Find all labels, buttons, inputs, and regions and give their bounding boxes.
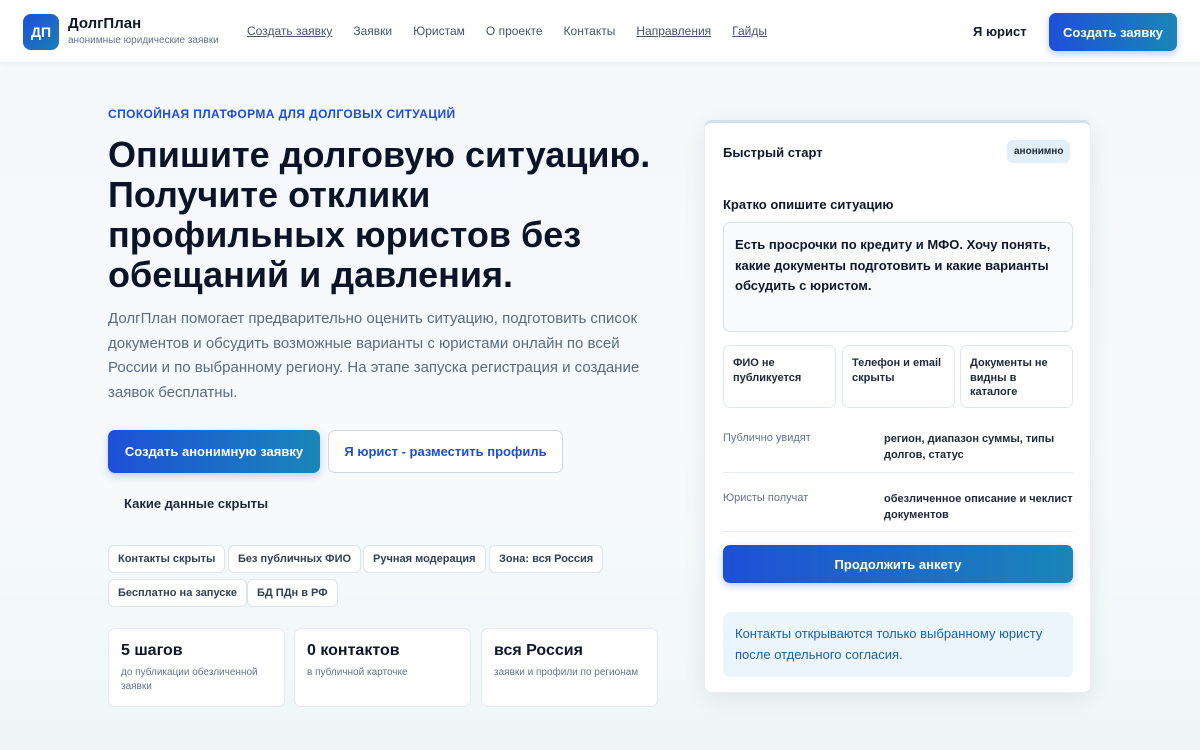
chip-manual-moderation: Ручная модерация: [363, 545, 486, 573]
stat-card-steps: 5 шагов до публикации обезличенной заявк…: [108, 628, 285, 707]
lawyers-receive-value: обезличенное описание и чеклист документ…: [884, 493, 1073, 521]
lawyers-receive-label: Юристы получат: [723, 492, 809, 504]
nav-about[interactable]: О проекте: [486, 24, 543, 38]
situation-field-label: Кратко опишите ситуацию: [723, 197, 894, 212]
main-nav: Создать заявку Заявки Юристам О проекте …: [247, 24, 788, 38]
nav-create-request[interactable]: Создать заявку: [247, 24, 332, 38]
logo-icon[interactable]: ДП: [23, 14, 59, 50]
stat-value: 5 шагов: [121, 642, 183, 659]
public-visible-label: Публично увидят: [723, 432, 811, 444]
hero-title: Опишите долговую ситуацию. Получите откл…: [108, 134, 651, 295]
nav-guides[interactable]: Гайды: [732, 24, 767, 38]
top-header: ДП ДолгПлан анонимные юридические заявки…: [0, 0, 1200, 62]
brand-subtitle: анонимные юридические заявки: [68, 35, 219, 46]
stat-label: заявки и профили по регионам: [494, 667, 639, 678]
situation-textarea[interactable]: Есть просрочки по кредиту и МФО. Хочу по…: [723, 222, 1073, 332]
nav-contacts[interactable]: Контакты: [564, 24, 616, 38]
feature-phone-email-hidden: Телефон и email скрыты: [842, 345, 955, 408]
row-divider: [723, 472, 1073, 473]
chip-no-public-names: Без публичных ФИО: [228, 545, 362, 573]
lawyer-profile-button[interactable]: Я юрист - разместить профиль: [328, 430, 563, 473]
stat-value: 0 контактов: [307, 642, 400, 659]
row-divider: [723, 531, 1073, 532]
nav-directions[interactable]: Направления: [636, 24, 711, 38]
feature-name-hidden: ФИО не публикуется: [723, 345, 836, 408]
lawyer-login-link[interactable]: Я юрист: [973, 24, 1027, 39]
public-visible-value: регион, диапазон суммы, типы долгов, ста…: [884, 433, 1055, 461]
hero-description: ДолгПлан помогает предварительно оценить…: [108, 310, 640, 401]
chip-zone-russia: Зона: вся Россия: [489, 545, 604, 573]
header-create-request-button[interactable]: Создать заявку: [1049, 13, 1177, 51]
card-title: Быстрый старт: [723, 145, 823, 160]
hidden-data-link[interactable]: Какие данные скрыты: [124, 496, 268, 511]
anonymous-badge: анонимно: [1007, 140, 1071, 163]
chip-pd-db-russia: БД ПДн в РФ: [247, 579, 338, 607]
chip-free-launch: Бесплатно на запуске: [108, 579, 248, 607]
stat-label: в публичной карточке: [307, 667, 408, 678]
continue-form-button[interactable]: Продолжить анкету: [723, 545, 1073, 583]
nav-requests[interactable]: Заявки: [353, 24, 392, 38]
hero-eyebrow: СПОКОЙНАЯ ПЛАТФОРМА ДЛЯ ДОЛГОВЫХ СИТУАЦИ…: [108, 107, 456, 121]
create-anonymous-request-button[interactable]: Создать анонимную заявку: [108, 430, 320, 473]
stat-label: до публикации обезличенной заявки: [121, 667, 258, 692]
quick-start-card: Быстрый старт анонимно Кратко опишите си…: [704, 120, 1091, 693]
feature-documents-hidden: Документы не видны в каталоге: [960, 345, 1073, 408]
contacts-consent-note: Контакты открываются только выбранному ю…: [723, 612, 1073, 677]
brand-name[interactable]: ДолгПлан: [68, 15, 141, 32]
stat-card-contacts: 0 контактов в публичной карточке: [294, 628, 471, 707]
chip-contacts-hidden: Контакты скрыты: [108, 545, 226, 573]
stat-card-regions: вся Россия заявки и профили по регионам: [481, 628, 658, 707]
stat-value: вся Россия: [494, 642, 583, 659]
nav-for-lawyers[interactable]: Юристам: [413, 24, 465, 38]
